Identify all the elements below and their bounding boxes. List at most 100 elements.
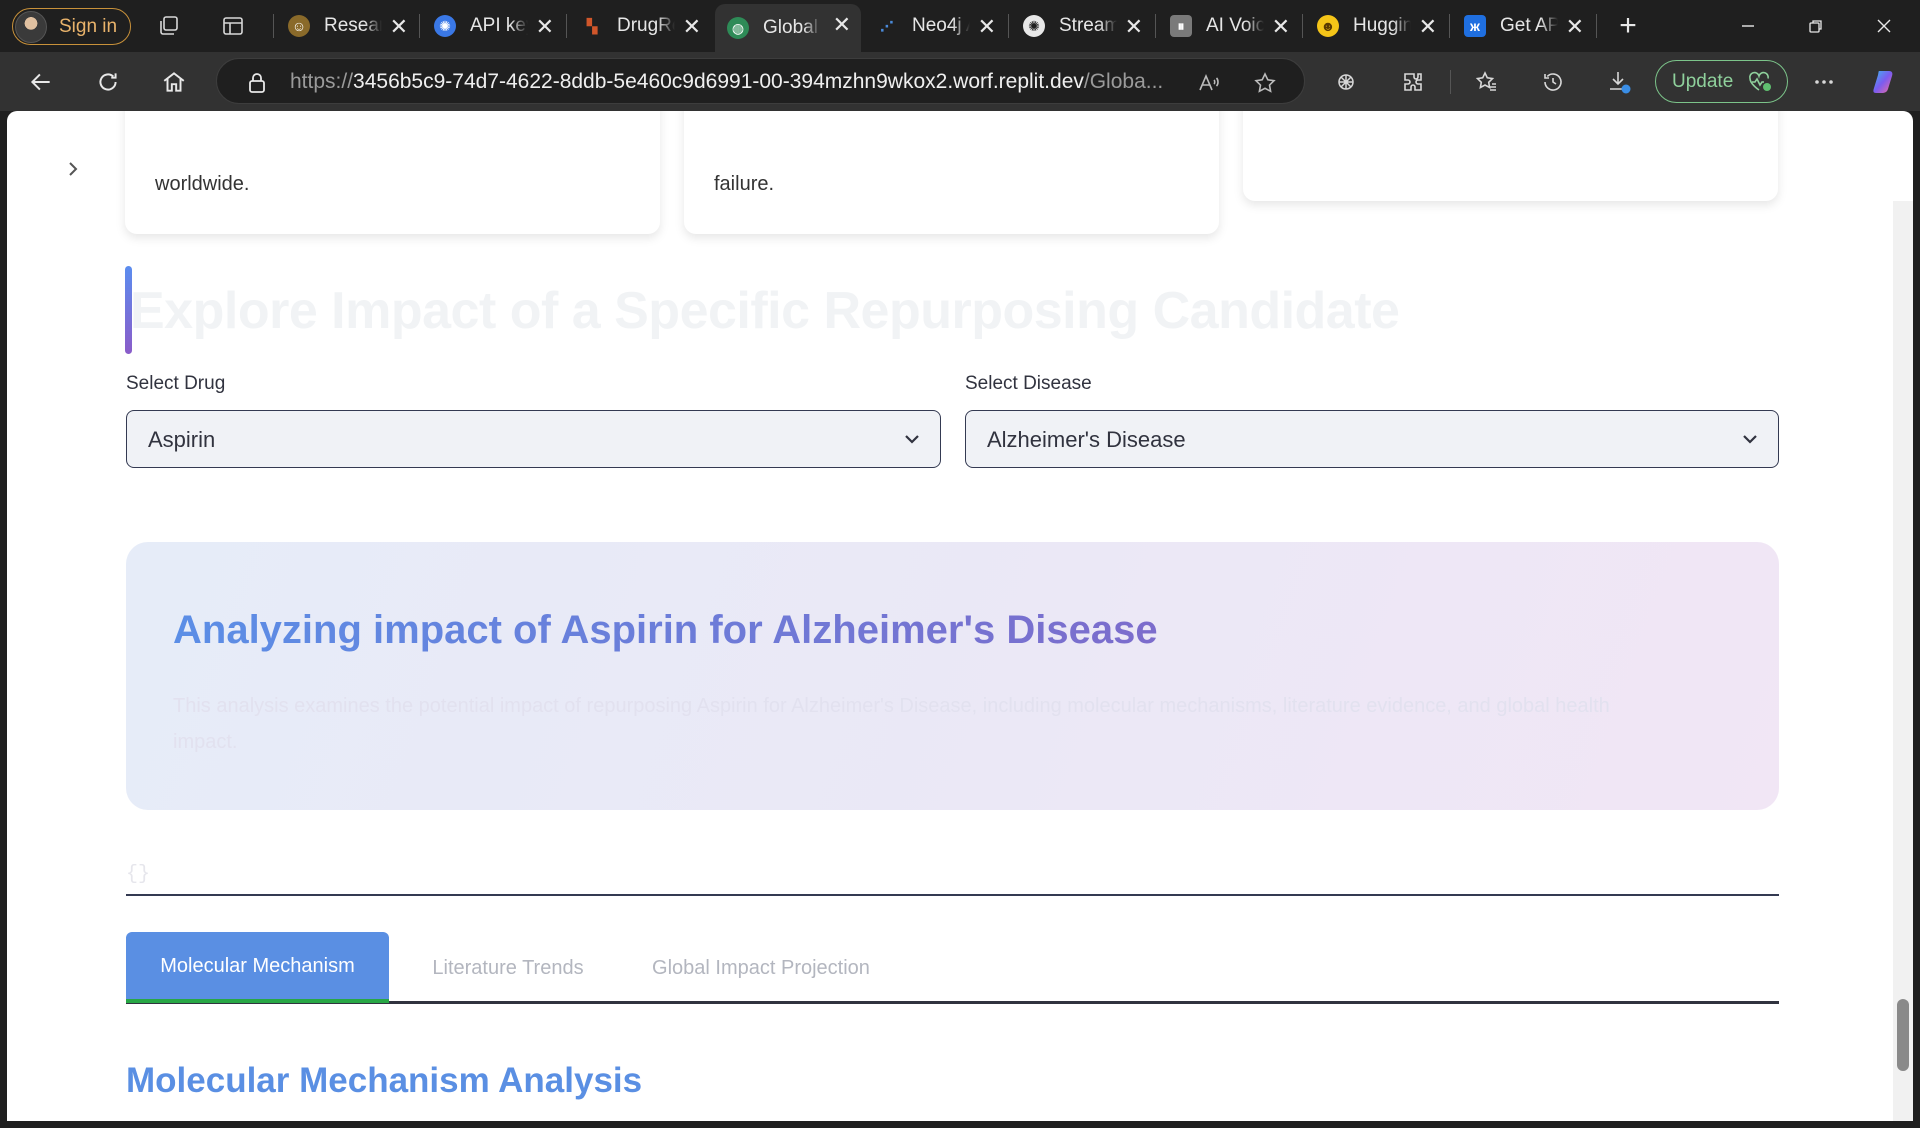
read-aloud-icon[interactable] <box>1197 71 1221 95</box>
close-window-icon[interactable] <box>1864 10 1904 42</box>
tab-separator <box>1302 14 1303 38</box>
tab-title: Streamlit <box>1059 15 1117 36</box>
tab-global-impact-projection[interactable]: Global Impact Projection <box>637 932 885 1004</box>
tab-ai-voice[interactable]: ⏸ AI Voice ✕ <box>1158 6 1300 46</box>
tab-literature-trends[interactable]: Literature Trends <box>395 932 621 1004</box>
tab-title: Get API <box>1500 15 1558 36</box>
close-tab-icon[interactable]: ✕ <box>1419 14 1437 40</box>
analysis-title: Analyzing impact of Aspirin for Alzheime… <box>173 608 1158 652</box>
openai-favicon-icon: ✺ <box>434 15 456 37</box>
url-host: 3456b5c9-74d7-4622-8ddb-5e460c9d6991-00-… <box>353 70 1084 93</box>
close-tab-icon[interactable]: ✕ <box>536 14 554 40</box>
tab-title: DrugRepurposing <box>617 15 675 36</box>
sign-in-button[interactable]: Sign in <box>12 8 131 45</box>
select-drug-value: Aspirin <box>148 427 216 452</box>
neo4j-favicon-icon: ⋰ <box>880 17 894 34</box>
card-text: failure. <box>714 173 775 195</box>
tab-separator <box>1008 14 1009 38</box>
close-tab-icon[interactable]: ✕ <box>683 14 701 40</box>
section-heading: Explore Impact of a Specific Repurposing… <box>130 282 1400 340</box>
tab-separator <box>1449 14 1450 38</box>
toolbar-separator <box>1450 70 1451 94</box>
tab-hugging-face[interactable]: ☻ Hugging Face ✕ <box>1305 6 1447 46</box>
tab-separator <box>566 14 567 38</box>
restore-icon[interactable] <box>1796 10 1836 42</box>
tab-title: API keys <box>470 15 528 36</box>
select-disease-value: Alzheimer's Disease <box>987 427 1186 452</box>
chatgpt-extension-icon[interactable] <box>1330 66 1362 98</box>
tab-separator <box>1596 14 1597 38</box>
tab-drugrepurposing[interactable]: ▚ DrugRepurposing ✕ <box>569 6 711 46</box>
chevron-down-icon <box>1740 429 1760 454</box>
workspaces-icon[interactable] <box>156 13 182 39</box>
favorite-star-icon[interactable] <box>1253 71 1277 95</box>
address-bar[interactable]: https://3456b5c9-74d7-4622-8ddb-5e460c9d… <box>216 58 1305 104</box>
tab-separator <box>273 14 274 38</box>
close-tab-icon[interactable]: ✕ <box>1272 14 1290 40</box>
huggingface-favicon-icon: ☻ <box>1317 15 1339 37</box>
tab-molecular-mechanism[interactable]: Molecular Mechanism <box>126 932 389 1003</box>
tab-neo4j[interactable]: ⋰ Neo4j Aura ✕ <box>864 6 1006 46</box>
tab-title: AI Voice <box>1206 15 1264 36</box>
tab-api-keys[interactable]: ✺ API keys ✕ <box>422 6 564 46</box>
history-icon[interactable] <box>1537 66 1569 98</box>
back-arrow-icon[interactable] <box>25 66 57 98</box>
update-button[interactable]: Update <box>1655 60 1788 103</box>
tab-label: Global Impact Projection <box>652 956 870 979</box>
page-viewport: worldwide. failure. Explore Impact of a … <box>7 111 1913 1121</box>
tab-streamlit[interactable]: ✺ Streamlit ✕ <box>1011 6 1153 46</box>
tab-research[interactable]: ☺ Research ✕ <box>276 6 418 46</box>
drugre-favicon-icon: ▚ <box>586 17 598 34</box>
heartbeat-icon <box>1747 71 1773 99</box>
sign-in-label: Sign in <box>59 15 118 37</box>
page-scrollbar[interactable] <box>1893 201 1913 1121</box>
sidebar-expand-chevron-icon[interactable] <box>59 155 87 183</box>
new-tab-icon[interactable]: + <box>1608 9 1648 42</box>
minimize-icon[interactable] <box>1728 10 1768 42</box>
select-disease-label: Select Disease <box>965 373 1092 394</box>
vertical-tabs-icon[interactable] <box>220 13 246 39</box>
close-tab-icon[interactable]: ✕ <box>978 14 996 40</box>
close-tab-icon[interactable]: ✕ <box>1125 14 1143 40</box>
chevron-down-icon <box>902 429 922 454</box>
butterfly-favicon-icon: ж <box>1464 15 1486 37</box>
url-text: https://3456b5c9-74d7-4622-8ddb-5e460c9d… <box>290 70 1190 94</box>
analysis-tabs: Molecular Mechanism Literature Trends Gl… <box>126 932 1779 1004</box>
scrollbar-thumb[interactable] <box>1897 999 1909 1071</box>
ai-voice-favicon-icon: ⏸ <box>1170 15 1192 37</box>
url-path: /Globa... <box>1083 70 1164 93</box>
tab-global[interactable]: ◍ Global ✕ <box>715 4 861 52</box>
close-tab-icon[interactable]: ✕ <box>390 14 408 40</box>
select-drug-dropdown[interactable]: Aspirin <box>126 410 941 468</box>
downloads-icon[interactable] <box>1603 66 1635 98</box>
extensions-icon[interactable] <box>1397 66 1429 98</box>
home-icon[interactable] <box>158 66 190 98</box>
close-tab-icon[interactable]: ✕ <box>833 12 851 38</box>
tab-title: Global <box>763 17 818 38</box>
tab-title: Hugging Face <box>1353 15 1411 36</box>
select-drug-label: Select Drug <box>126 373 226 394</box>
card-text: worldwide. <box>155 173 250 195</box>
tab-label: Literature Trends <box>432 956 584 979</box>
openai-favicon-icon: ✺ <box>1023 15 1045 37</box>
copilot-icon[interactable] <box>1870 66 1902 98</box>
analysis-summary-panel: Analyzing impact of Aspirin for Alzheime… <box>126 542 1779 810</box>
more-options-icon[interactable] <box>1808 66 1840 98</box>
tab-separator <box>1155 14 1156 38</box>
json-output: {} <box>126 863 151 886</box>
update-label: Update <box>1672 70 1734 92</box>
close-tab-icon[interactable]: ✕ <box>1566 14 1584 40</box>
select-disease-dropdown[interactable]: Alzheimer's Disease <box>965 410 1779 468</box>
info-card: worldwide. <box>125 111 660 234</box>
tab-get-api[interactable]: ж Get API ✕ <box>1452 6 1594 46</box>
analysis-description: This analysis examines the potential imp… <box>173 695 1610 753</box>
info-card: failure. <box>684 111 1219 234</box>
section-divider <box>126 894 1779 896</box>
info-card <box>1243 111 1778 201</box>
molecular-mechanism-heading: Molecular Mechanism Analysis <box>126 1061 643 1100</box>
tab-title: Research <box>324 15 382 36</box>
tab-separator <box>419 14 420 38</box>
refresh-icon[interactable] <box>92 66 124 98</box>
favorites-icon[interactable] <box>1471 66 1503 98</box>
lock-icon[interactable] <box>247 72 267 99</box>
